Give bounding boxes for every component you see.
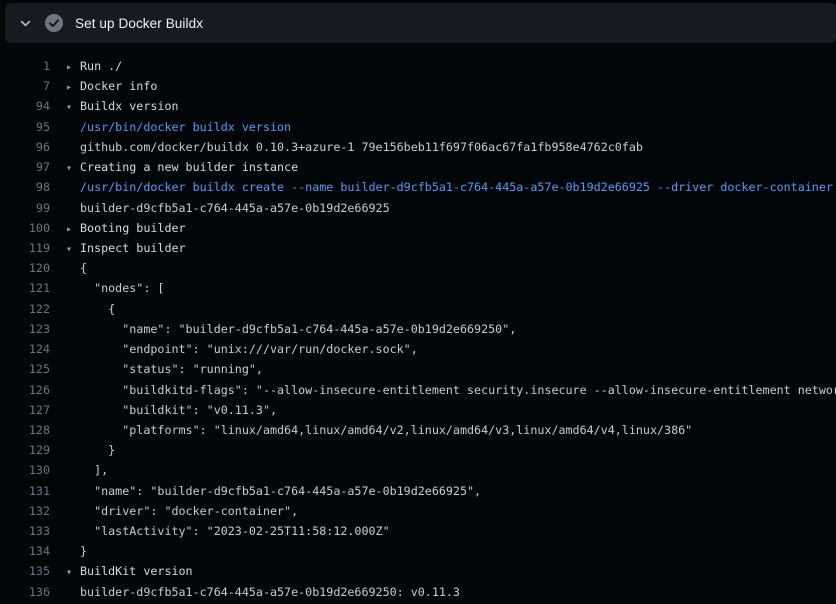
line-number[interactable]: 125 xyxy=(0,359,50,379)
log-line: 123 "name": "builder-d9cfb5a1-c764-445a-… xyxy=(0,319,836,339)
line-text: "status": "running", xyxy=(80,362,263,376)
log-lines: 1 ▸Run ./ 7 ▸Docker info 94 ▾Buildx vers… xyxy=(0,56,836,602)
log-group-collapsed[interactable]: 7 ▸Docker info xyxy=(0,76,836,96)
line-number[interactable]: 100 xyxy=(0,218,50,238)
line-text: "name": "builder-d9cfb5a1-c764-445a-a57e… xyxy=(80,322,516,336)
log-group-collapsed[interactable]: 100 ▸Booting builder xyxy=(0,218,836,238)
line-text: BuildKit version xyxy=(80,564,193,578)
line-number[interactable]: 129 xyxy=(0,440,50,460)
line-text: "platforms": "linux/amd64,linux/amd64/v2… xyxy=(80,423,692,437)
line-text: { xyxy=(80,302,115,316)
line-text: Inspect builder xyxy=(80,241,186,255)
log-line: 122 { xyxy=(0,299,836,319)
line-text: "endpoint": "unix:///var/run/docker.sock… xyxy=(80,342,418,356)
line-text: "nodes": [ xyxy=(80,281,164,295)
step-header[interactable]: Set up Docker Buildx xyxy=(5,3,836,43)
line-number[interactable]: 1 xyxy=(0,56,50,76)
expanded-arrow-icon: ▾ xyxy=(66,98,80,116)
line-text: "lastActivity": "2023-02-25T11:58:12.000… xyxy=(80,524,390,538)
line-number[interactable]: 97 xyxy=(0,157,50,177)
log-line: 127 "buildkit": "v0.11.3", xyxy=(0,400,836,420)
line-text: /usr/bin/docker buildx version xyxy=(80,120,291,134)
line-text: /usr/bin/docker buildx create --name bui… xyxy=(80,180,833,194)
line-text: "buildkit": "v0.11.3", xyxy=(80,403,277,417)
line-text: ], xyxy=(80,463,108,477)
line-number[interactable]: 133 xyxy=(0,521,50,541)
line-number[interactable]: 122 xyxy=(0,299,50,319)
collapsed-arrow-icon: ▸ xyxy=(66,220,80,238)
line-text: { xyxy=(80,261,87,275)
log-line: 96 github.com/docker/buildx 0.10.3+azure… xyxy=(0,137,836,157)
log-line: 125 "status": "running", xyxy=(0,359,836,379)
line-number[interactable]: 98 xyxy=(0,177,50,197)
collapsed-arrow-icon: ▸ xyxy=(66,58,80,76)
expanded-arrow-icon: ▾ xyxy=(66,563,80,581)
line-text: "name": "builder-d9cfb5a1-c764-445a-a57e… xyxy=(80,484,481,498)
line-text: Booting builder xyxy=(80,221,186,235)
line-text: builder-d9cfb5a1-c764-445a-a57e-0b19d2e6… xyxy=(80,201,390,215)
line-text: "driver": "docker-container", xyxy=(80,504,298,518)
line-number[interactable]: 134 xyxy=(0,541,50,561)
line-number[interactable]: 132 xyxy=(0,501,50,521)
log-line: 132 "driver": "docker-container", xyxy=(0,501,836,521)
log-line: 129 } xyxy=(0,440,836,460)
log-line: 126 "buildkitd-flags": "--allow-insecure… xyxy=(0,380,836,400)
line-text: } xyxy=(80,443,115,457)
log-line: 134 } xyxy=(0,541,836,561)
line-number[interactable]: 128 xyxy=(0,420,50,440)
line-text: Docker info xyxy=(80,79,157,93)
log-line: 98 /usr/bin/docker buildx create --name … xyxy=(0,177,836,197)
expanded-arrow-icon: ▾ xyxy=(66,240,80,258)
log-line: 130 ], xyxy=(0,460,836,480)
line-number[interactable]: 99 xyxy=(0,198,50,218)
log-line: 124 "endpoint": "unix:///var/run/docker.… xyxy=(0,339,836,359)
line-text: Buildx version xyxy=(80,99,179,113)
line-number[interactable]: 96 xyxy=(0,137,50,157)
log-group-expanded[interactable]: 97 ▾Creating a new builder instance xyxy=(0,157,836,177)
line-text: "buildkitd-flags": "--allow-insecure-ent… xyxy=(80,383,836,397)
log-group-expanded[interactable]: 94 ▾Buildx version xyxy=(0,96,836,116)
line-text: builder-d9cfb5a1-c764-445a-a57e-0b19d2e6… xyxy=(80,585,460,599)
line-text: Run ./ xyxy=(80,59,122,73)
line-number[interactable]: 136 xyxy=(0,582,50,602)
check-circle-icon xyxy=(45,14,63,32)
log-line: 136 builder-d9cfb5a1-c764-445a-a57e-0b19… xyxy=(0,582,836,602)
collapsed-arrow-icon: ▸ xyxy=(66,78,80,96)
line-text: } xyxy=(80,544,87,558)
line-number[interactable]: 135 xyxy=(0,561,50,581)
line-number[interactable]: 119 xyxy=(0,238,50,258)
log-group-collapsed[interactable]: 1 ▸Run ./ xyxy=(0,56,836,76)
expanded-arrow-icon: ▾ xyxy=(66,159,80,177)
line-number[interactable]: 95 xyxy=(0,117,50,137)
line-number[interactable]: 7 xyxy=(0,76,50,96)
log-group-expanded[interactable]: 119 ▾Inspect builder xyxy=(0,238,836,258)
line-number[interactable]: 124 xyxy=(0,339,50,359)
line-number[interactable]: 94 xyxy=(0,96,50,116)
log-group-expanded[interactable]: 135 ▾BuildKit version xyxy=(0,561,836,581)
line-number[interactable]: 126 xyxy=(0,380,50,400)
step-title: Set up Docker Buildx xyxy=(75,16,203,31)
log-line: 131 "name": "builder-d9cfb5a1-c764-445a-… xyxy=(0,481,836,501)
line-number[interactable]: 120 xyxy=(0,258,50,278)
log-line: 133 "lastActivity": "2023-02-25T11:58:12… xyxy=(0,521,836,541)
log-line: 128 "platforms": "linux/amd64,linux/amd6… xyxy=(0,420,836,440)
log-line: 95 /usr/bin/docker buildx version xyxy=(0,117,836,137)
line-number[interactable]: 123 xyxy=(0,319,50,339)
line-text: Creating a new builder instance xyxy=(80,160,298,174)
line-number[interactable]: 127 xyxy=(0,400,50,420)
log-line: 121 "nodes": [ xyxy=(0,278,836,298)
log-line: 120 { xyxy=(0,258,836,278)
line-number[interactable]: 131 xyxy=(0,481,50,501)
chevron-down-icon[interactable] xyxy=(19,17,32,30)
line-number[interactable]: 121 xyxy=(0,278,50,298)
line-text: github.com/docker/buildx 0.10.3+azure-1 … xyxy=(80,140,643,154)
line-number[interactable]: 130 xyxy=(0,460,50,480)
log-line: 99 builder-d9cfb5a1-c764-445a-a57e-0b19d… xyxy=(0,198,836,218)
